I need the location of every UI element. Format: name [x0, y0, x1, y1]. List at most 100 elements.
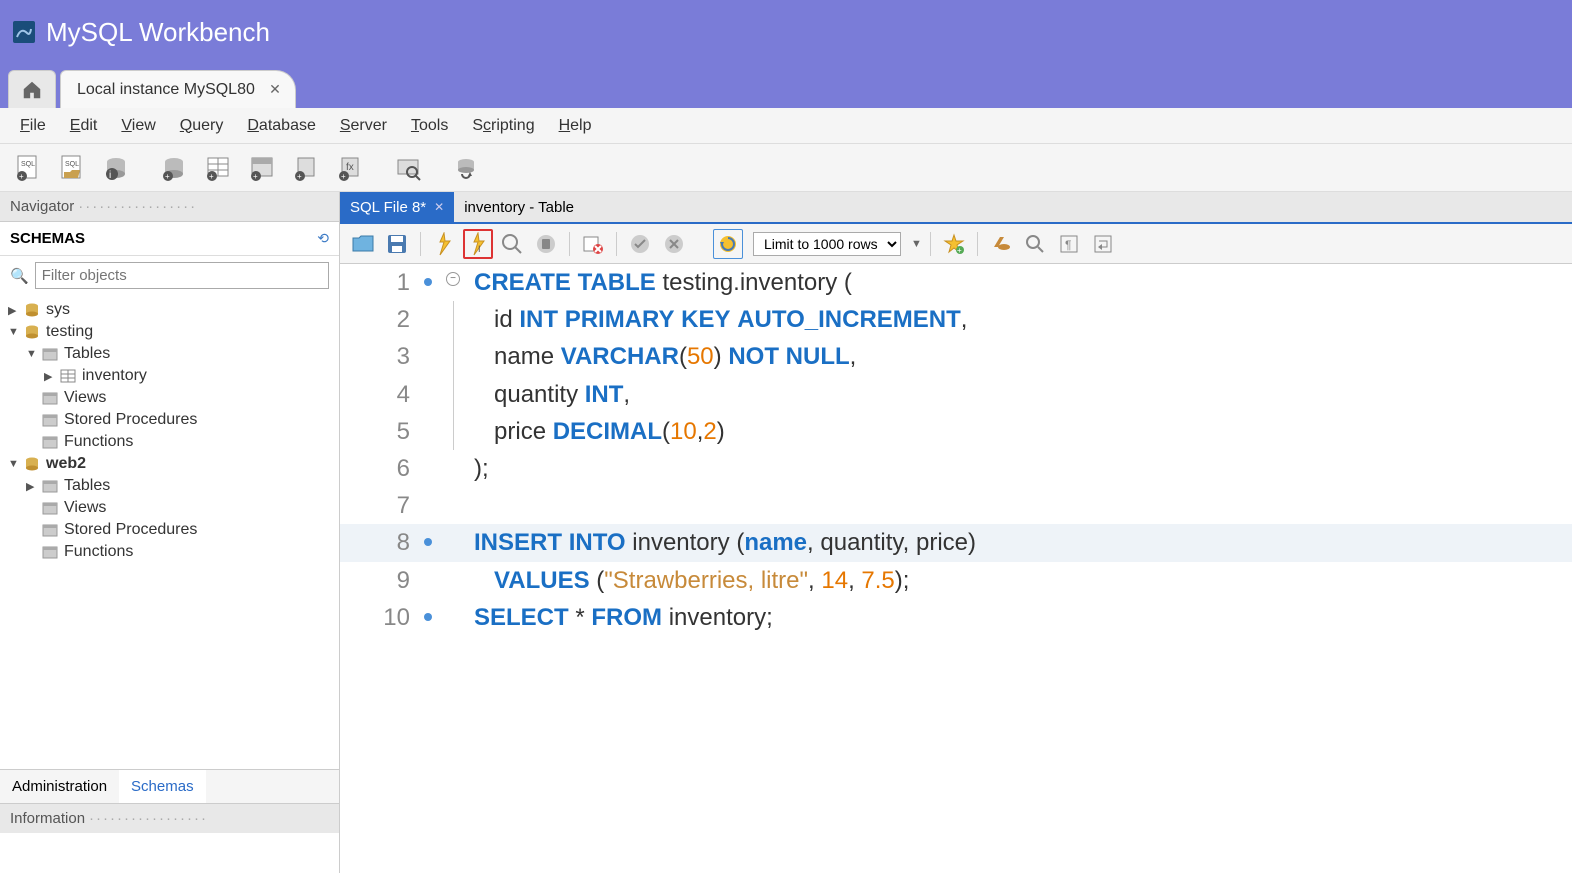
menu-help[interactable]: Help: [549, 113, 602, 139]
menu-query[interactable]: Query: [170, 113, 234, 139]
navigator-title: Navigator: [0, 192, 339, 222]
tree-views-web2[interactable]: Views: [8, 497, 331, 519]
menu-view[interactable]: View: [111, 113, 165, 139]
filter-objects-input[interactable]: [35, 262, 329, 289]
svg-text:+: +: [297, 172, 302, 181]
svg-text:SQL: SQL: [21, 161, 35, 168]
tab-schemas[interactable]: Schemas: [119, 770, 206, 803]
editor-tab-inventory[interactable]: inventory - Table: [454, 192, 584, 222]
editor-area: SQL File 8* ✕ inventory - Table I Limit …: [340, 192, 1572, 873]
svg-text:+: +: [19, 172, 24, 181]
folder-icon: [40, 477, 60, 495]
search-icon: 🔍: [10, 267, 29, 285]
execute-button[interactable]: [429, 229, 459, 259]
titlebar: MySQL Workbench: [0, 0, 1572, 64]
schema-tree: ▶sys ▼testing ▼Tables ▶inventory Views S…: [0, 295, 339, 769]
execute-current-button[interactable]: I: [463, 229, 493, 259]
tree-schema-testing[interactable]: ▼testing: [8, 321, 331, 343]
new-function-button[interactable]: fx+: [332, 150, 368, 186]
database-icon: [22, 323, 42, 341]
svg-text:¶: ¶: [1065, 238, 1071, 252]
svg-text:fx: fx: [346, 162, 354, 173]
new-procedure-button[interactable]: +: [288, 150, 324, 186]
tree-tables[interactable]: ▼Tables: [8, 343, 331, 365]
navigator-panel: Navigator SCHEMAS ⟲ 🔍 ▶sys ▼testing ▼Tab…: [0, 192, 340, 873]
new-sql-button[interactable]: SQL +: [10, 150, 46, 186]
editor-toolbar: I Limit to 1000 rows ▼ + ¶: [340, 224, 1572, 264]
home-tab[interactable]: [8, 70, 56, 108]
folder-icon: [40, 543, 60, 561]
menu-file[interactable]: File: [10, 113, 56, 139]
toggle-invisible-button[interactable]: ¶: [1054, 229, 1084, 259]
sql-editor[interactable]: 1−CREATE TABLE testing.inventory ( 2 id …: [340, 264, 1572, 873]
search-button[interactable]: [390, 150, 426, 186]
close-icon[interactable]: ✕: [269, 81, 281, 98]
folder-icon: [40, 499, 60, 517]
connection-tab[interactable]: Local instance MySQL80 ✕: [60, 70, 296, 108]
tree-schema-web2[interactable]: ▼web2: [8, 453, 331, 475]
editor-tab-label: SQL File 8*: [350, 199, 426, 216]
tree-views[interactable]: Views: [8, 387, 331, 409]
svg-text:+: +: [209, 172, 214, 181]
tab-administration[interactable]: Administration: [0, 770, 119, 803]
svg-text:+: +: [957, 246, 962, 255]
svg-text:I: I: [478, 244, 481, 254]
explain-button[interactable]: [497, 229, 527, 259]
new-table-button[interactable]: +: [200, 150, 236, 186]
home-icon: [21, 79, 43, 101]
new-schema-button[interactable]: +: [156, 150, 192, 186]
favorite-button[interactable]: +: [939, 229, 969, 259]
tree-functions-web2[interactable]: Functions: [8, 541, 331, 563]
find-button[interactable]: [1020, 229, 1050, 259]
editor-tab-sqlfile[interactable]: SQL File 8* ✕: [340, 192, 454, 222]
tree-functions[interactable]: Functions: [8, 431, 331, 453]
folder-icon: [40, 345, 60, 363]
open-sql-button[interactable]: SQL: [54, 150, 90, 186]
menu-edit[interactable]: Edit: [60, 113, 108, 139]
tree-table-inventory[interactable]: ▶inventory: [8, 365, 331, 387]
information-title: Information: [0, 803, 339, 833]
menu-tools[interactable]: Tools: [401, 113, 458, 139]
connection-tabbar: Local instance MySQL80 ✕: [0, 64, 1572, 108]
tree-stored-procedures[interactable]: Stored Procedures: [8, 409, 331, 431]
folder-icon: [40, 389, 60, 407]
tree-stored-procedures-web2[interactable]: Stored Procedures: [8, 519, 331, 541]
inspector-button[interactable]: i: [98, 150, 134, 186]
menu-scripting[interactable]: Scripting: [462, 113, 544, 139]
stop-button[interactable]: [531, 229, 561, 259]
refresh-icon[interactable]: ⟲: [317, 230, 329, 247]
wrap-button[interactable]: [1088, 229, 1118, 259]
save-button[interactable]: [382, 229, 412, 259]
svg-text:i: i: [109, 170, 111, 181]
tree-schema-sys[interactable]: ▶sys: [8, 299, 331, 321]
beautify-button[interactable]: [986, 229, 1016, 259]
autocommit-button[interactable]: [713, 229, 743, 259]
folder-icon: [40, 411, 60, 429]
folder-icon: [40, 521, 60, 539]
svg-text:+: +: [253, 172, 258, 181]
folder-icon: [40, 433, 60, 451]
stop-on-error-button[interactable]: [578, 229, 608, 259]
tree-tables-web2[interactable]: ▶Tables: [8, 475, 331, 497]
navigator-bottom-tabs: Administration Schemas: [0, 769, 339, 803]
menu-database[interactable]: Database: [237, 113, 326, 139]
schemas-title: SCHEMAS: [10, 230, 85, 247]
svg-text:+: +: [341, 172, 346, 181]
close-icon[interactable]: ✕: [434, 200, 444, 214]
menubar: File Edit View Query Database Server Too…: [0, 108, 1572, 144]
open-file-button[interactable]: [348, 229, 378, 259]
commit-button[interactable]: [625, 229, 655, 259]
editor-tab-label: inventory - Table: [464, 199, 574, 216]
connection-tab-label: Local instance MySQL80: [77, 81, 255, 99]
main-toolbar: SQL+ SQL i + + + + fx+: [0, 144, 1572, 192]
new-view-button[interactable]: +: [244, 150, 280, 186]
svg-text:+: +: [165, 172, 170, 181]
menu-server[interactable]: Server: [330, 113, 397, 139]
limit-rows-select[interactable]: Limit to 1000 rows: [753, 232, 901, 256]
database-icon: [22, 301, 42, 319]
rollback-button[interactable]: [659, 229, 689, 259]
reconnect-button[interactable]: [448, 150, 484, 186]
table-icon: [58, 367, 78, 385]
editor-tabs: SQL File 8* ✕ inventory - Table: [340, 192, 1572, 224]
app-icon: [12, 20, 36, 44]
